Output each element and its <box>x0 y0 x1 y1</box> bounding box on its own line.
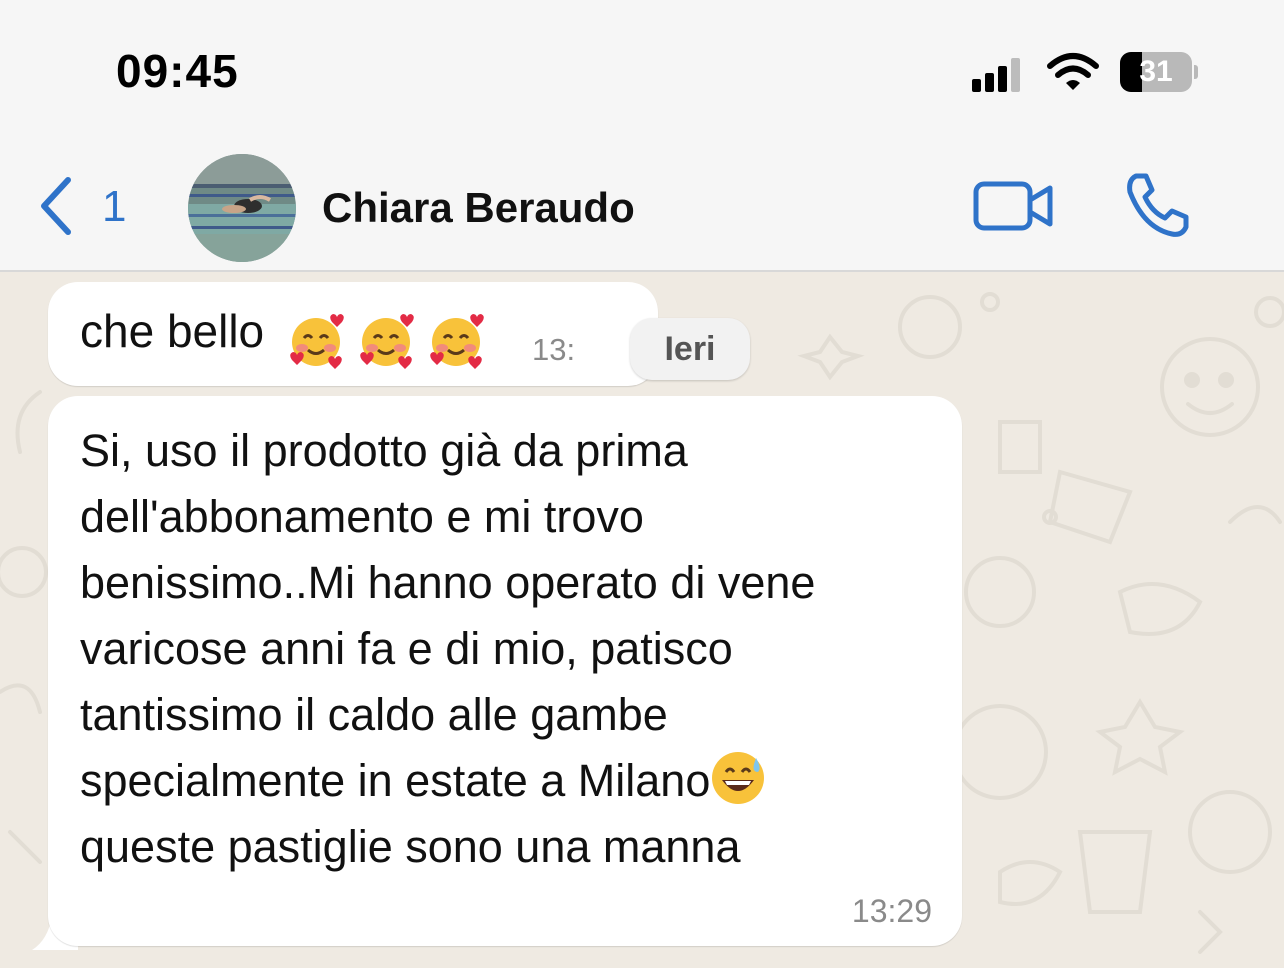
message-line: queste pastiglie sono una manna <box>80 821 741 872</box>
message-line: specialmente in estate a Milano <box>80 755 711 806</box>
message-line: Si, uso il prodotto già da prima <box>80 425 688 476</box>
message-line: dell'abbonamento e mi trovo <box>80 491 644 542</box>
contact-avatar[interactable] <box>188 154 296 262</box>
whatsapp-chat-screen: 09:45 31 1 Chiara Beraudo che bello 13: … <box>0 0 1284 968</box>
message-timestamp: 13:29 <box>851 893 932 929</box>
battery-level: 31 <box>1139 55 1173 88</box>
cellular-signal-icon <box>972 56 1022 92</box>
battery-icon: 31 <box>1120 52 1198 92</box>
video-call-icon[interactable] <box>972 176 1056 236</box>
message-text: che bello <box>80 305 265 357</box>
message-bubble-incoming[interactable]: Si, uso il prodotto già da prima dell'ab… <box>48 396 962 946</box>
date-badge: Ieri <box>630 318 750 380</box>
message-line: tantissimo il caldo alle gambe <box>80 689 668 740</box>
status-time: 09:45 <box>116 45 239 97</box>
phone-icon[interactable] <box>1122 170 1192 240</box>
back-button[interactable]: 1 <box>30 170 140 242</box>
contact-name[interactable]: Chiara Beraudo <box>322 184 635 232</box>
avatar-image <box>188 154 296 262</box>
message-line: benissimo..Mi hanno operato di vene <box>80 557 816 608</box>
message-bubble-incoming[interactable]: che bello 13: Ieri <box>48 282 750 386</box>
unread-count: 1 <box>102 182 127 231</box>
top-bar: 09:45 31 1 Chiara Beraudo <box>0 0 1284 272</box>
chat-area[interactable]: che bello 13: Ieri Si, uso il prodotto g… <box>0 272 1284 968</box>
wifi-icon <box>1047 53 1099 90</box>
message-timestamp: 13: <box>532 332 576 367</box>
smiling-face-with-hearts-icon <box>290 312 486 371</box>
back-chevron-icon <box>41 177 71 235</box>
message-line: varicose anni fa e di mio, patisco <box>80 623 733 674</box>
message-text: Si, uso il prodotto già da prima dell'ab… <box>80 418 940 880</box>
message-line-with-emoji: specialmente in estate a Milano <box>80 748 940 814</box>
grinning-face-with-sweat-icon <box>712 752 765 804</box>
